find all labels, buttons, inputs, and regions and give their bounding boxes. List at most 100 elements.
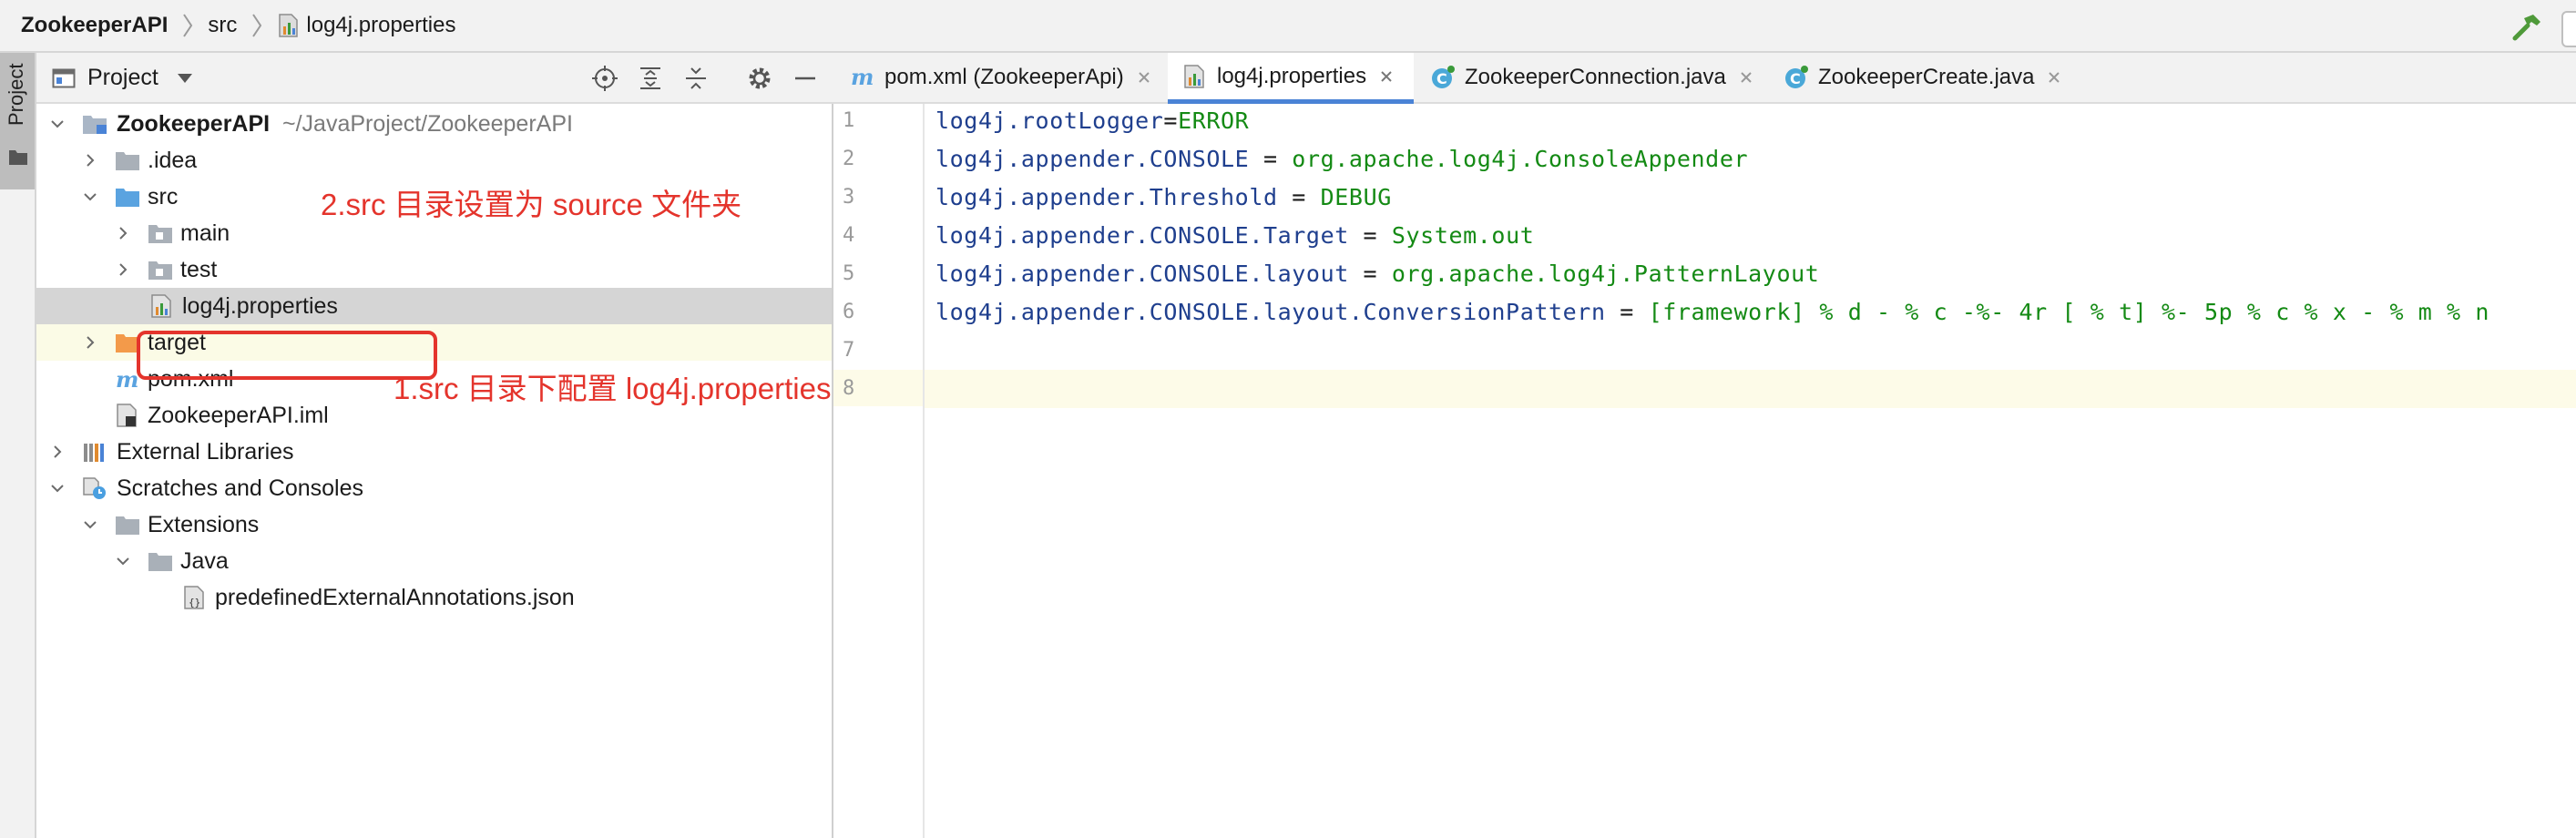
code-editor[interactable] [925, 104, 2576, 838]
minimize-icon[interactable] [791, 64, 820, 93]
tree-item-label: Scratches and Consoles [117, 475, 363, 501]
close-icon[interactable] [1137, 70, 1151, 85]
tab-zookeeper-connection[interactable]: C ZookeeperConnection.java [1430, 53, 1753, 102]
tab-pom-xml[interactable]: m pom.xml (ZookeeperApi) [850, 53, 1151, 102]
code-line: log4j.appender.CONSOLE.layout.Conversion… [935, 299, 2490, 325]
svg-text:{}: {} [189, 597, 200, 608]
chevron-right-icon[interactable] [82, 334, 98, 351]
line-number: 2 [843, 148, 855, 170]
tree-item-label: .idea [148, 148, 198, 173]
tree-item-label: predefinedExternalAnnotations.json [215, 585, 575, 610]
project-panel-title[interactable]: Project [87, 65, 158, 91]
annotation-log4j-config: 1.src 目录下配置 log4j.properties [394, 372, 832, 405]
chevron-right-icon[interactable] [82, 152, 98, 169]
tab-log4j-properties[interactable]: log4j.properties [1168, 53, 1414, 104]
tree-item-log4j-properties[interactable]: log4j.properties [36, 288, 832, 324]
tree-item-label: log4j.properties [182, 293, 338, 319]
svg-text:C: C [1436, 70, 1447, 87]
editor-tab-bar: m pom.xml (ZookeeperApi) log4j.propertie… [833, 53, 2576, 104]
code-line: log4j.appender.CONSOLE.Target = System.o… [935, 222, 1535, 249]
svg-text:m: m [851, 65, 874, 90]
chevron-right-icon[interactable] [115, 225, 131, 241]
line-number: 4 [843, 224, 855, 247]
code-line: log4j.rootLogger=ERROR [935, 107, 1250, 134]
tree-item-idea[interactable]: .idea [36, 142, 832, 179]
line-number: 7 [843, 339, 855, 362]
chevron-down-icon[interactable] [177, 73, 193, 84]
breadcrumb-project[interactable]: ZookeeperAPI [21, 13, 168, 38]
line-number: 5 [843, 262, 855, 285]
line-number: 6 [843, 301, 855, 323]
navigation-bar: ZookeeperAPI src log4j.properties [0, 0, 2576, 53]
folder-icon [116, 152, 139, 170]
tool-window-stripe: Project [0, 53, 36, 838]
chevron-down-icon[interactable] [82, 189, 98, 205]
current-line-highlight [925, 370, 2576, 408]
line-number: 1 [843, 109, 855, 132]
tab-label: pom.xml (ZookeeperApi) [884, 65, 1124, 89]
folder-icon [9, 150, 27, 165]
tab-label: ZookeeperConnection.java [1465, 65, 1726, 89]
code-line: log4j.appender.CONSOLE = org.apache.log4… [935, 146, 1749, 172]
chevron-down-icon[interactable] [82, 516, 98, 533]
iml-file-icon [117, 404, 137, 427]
json-file-icon: {} [184, 586, 204, 609]
line-number: 8 [843, 377, 855, 400]
project-tool-tab[interactable]: Project [0, 53, 35, 189]
tree-item-label: ZookeeperAPI.iml [148, 403, 329, 428]
tree-item-test[interactable]: test [36, 251, 832, 288]
expand-all-icon[interactable] [636, 64, 665, 93]
tree-item-label: External Libraries [117, 439, 294, 465]
module-folder-icon [83, 116, 107, 134]
code-line: log4j.appender.Threshold = DEBUG [935, 184, 1392, 210]
chevron-right-icon[interactable] [115, 261, 131, 278]
close-icon[interactable] [1739, 70, 1753, 85]
chevron-right-icon[interactable] [49, 444, 66, 460]
svg-text:m: m [116, 367, 138, 391]
java-class-icon: C [1785, 66, 1808, 88]
tab-zookeeper-create[interactable]: C ZookeeperCreate.java [1784, 53, 2061, 102]
libraries-icon [84, 444, 104, 462]
close-icon[interactable] [1379, 69, 1394, 84]
tree-item-extensions[interactable]: Extensions [36, 506, 832, 543]
collapse-all-icon[interactable] [681, 64, 710, 93]
properties-file-icon [279, 14, 299, 37]
svg-text:C: C [1790, 70, 1801, 87]
folder-icon [148, 225, 172, 243]
close-icon[interactable] [2047, 70, 2061, 85]
tree-item-label: Extensions [148, 512, 260, 537]
annotation-src-source: 2.src 目录设置为 source 文件夹 [321, 188, 742, 221]
project-panel-header: Project [36, 53, 833, 104]
tree-item-label: main [180, 220, 230, 246]
code-line: log4j.appender.CONSOLE.layout = org.apac… [935, 261, 1820, 287]
project-window-icon [52, 68, 76, 88]
breadcrumb-file[interactable]: log4j.properties [306, 13, 455, 38]
tree-item-label: ZookeeperAPI ~/JavaProject/ZookeeperAPI [117, 111, 573, 137]
run-config-box[interactable] [2561, 11, 2576, 47]
locate-icon[interactable] [590, 64, 619, 93]
tree-item-java[interactable]: Java [36, 543, 832, 579]
properties-file-icon [1184, 64, 1204, 88]
properties-file-icon [151, 294, 171, 318]
build-hammer-icon[interactable] [2511, 13, 2542, 42]
tree-item-zookeeperapi[interactable]: ZookeeperAPI ~/JavaProject/ZookeeperAPI [36, 106, 832, 142]
maven-icon: m [851, 65, 874, 90]
folder-icon [116, 516, 139, 535]
tree-item-annotations-json[interactable]: {} predefinedExternalAnnotations.json [36, 579, 832, 616]
chevron-down-icon[interactable] [49, 116, 66, 132]
breadcrumb-folder[interactable]: src [208, 13, 237, 38]
editor-gutter [833, 104, 925, 838]
tree-item-external-libraries[interactable]: External Libraries [36, 434, 832, 470]
chevron-down-icon[interactable] [115, 553, 131, 569]
line-number: 3 [843, 186, 855, 209]
tree-item-label: src [148, 184, 179, 210]
java-class-icon: C [1432, 66, 1455, 88]
tree-item-scratches[interactable]: Scratches and Consoles [36, 470, 832, 506]
tree-item-label: test [180, 257, 218, 282]
breadcrumb-separator-icon [252, 14, 262, 37]
source-folder-icon [116, 189, 139, 207]
chevron-down-icon[interactable] [49, 480, 66, 496]
gear-icon[interactable] [745, 64, 774, 93]
scratches-icon [83, 477, 106, 499]
tree-item-label: Java [180, 548, 229, 574]
